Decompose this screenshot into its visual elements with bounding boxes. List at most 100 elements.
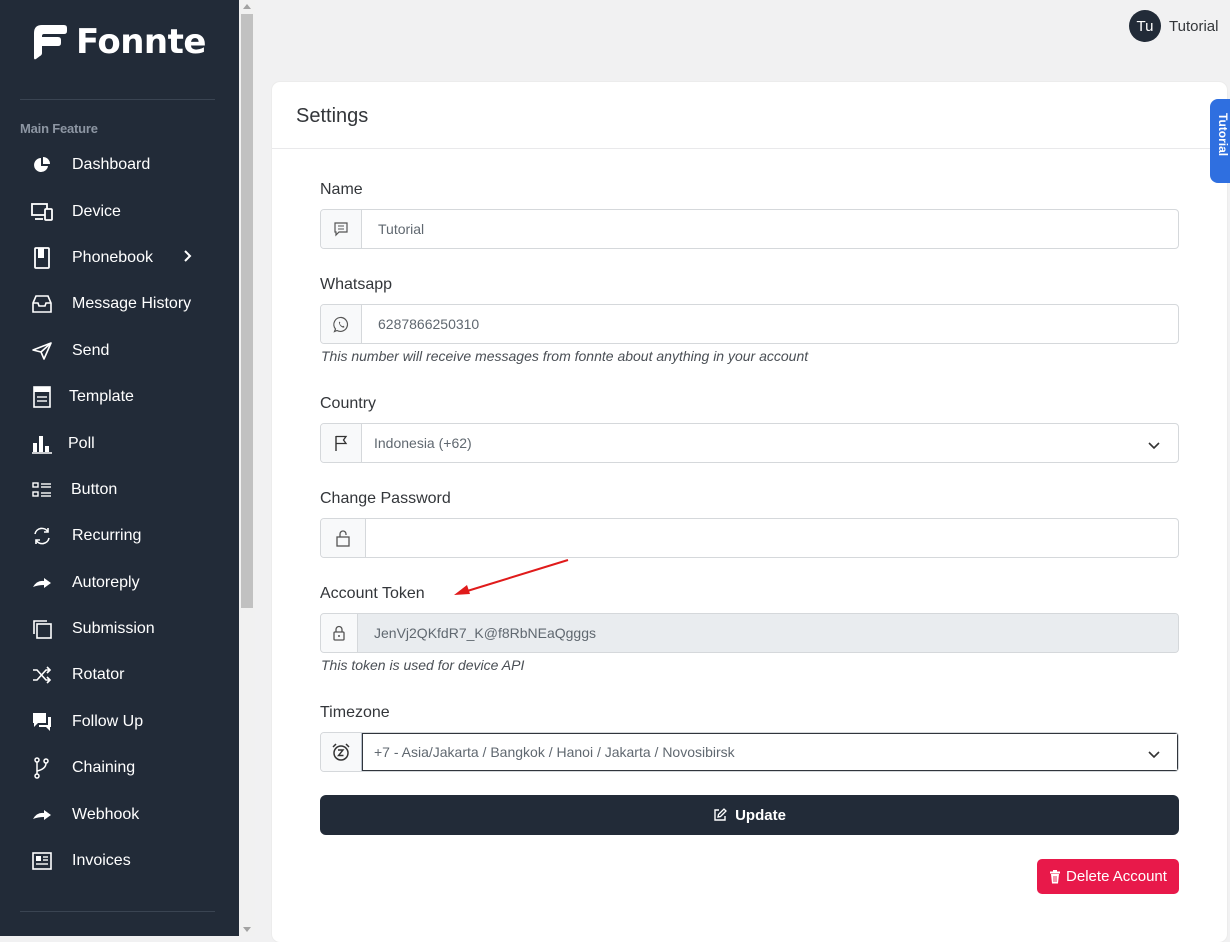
delete-account-label: Delete Account: [1066, 868, 1167, 885]
alarm-clock-icon: [321, 733, 362, 771]
user-menu[interactable]: Tu Tutorial: [1129, 10, 1218, 42]
trash-icon: [1049, 869, 1061, 884]
list-icon: [30, 478, 54, 502]
update-button[interactable]: Update: [320, 795, 1179, 835]
sidebar-item-follow-up[interactable]: Follow Up: [0, 702, 239, 742]
sidebar: Fonnte Main Feature Dashboard Device Pho…: [0, 0, 239, 936]
sidebar-item-rotator[interactable]: Rotator: [0, 655, 239, 695]
sidebar-item-label: Rotator: [72, 666, 125, 683]
whatsapp-help-text: This number will receive messages from f…: [321, 348, 809, 364]
newspaper-icon: [30, 849, 54, 873]
devices-icon: [30, 200, 54, 224]
send-icon: [30, 339, 54, 363]
name-field: Tutorial: [320, 209, 1179, 249]
lock-icon: [321, 614, 358, 652]
settings-card: Settings Name Tutorial Whatsapp 62878662…: [272, 82, 1227, 942]
sidebar-item-label: Chaining: [72, 759, 136, 776]
chevron-right-icon: [183, 249, 193, 268]
fonnte-logo-icon: [34, 25, 67, 60]
book-icon: [30, 246, 54, 270]
annotation-arrow: [454, 559, 569, 595]
scroll-down-arrow-icon[interactable]: [243, 927, 251, 932]
chevron-down-icon: [1148, 437, 1160, 453]
copy-icon: [30, 617, 54, 641]
sidebar-item-poll[interactable]: Poll: [0, 424, 239, 464]
sidebar-divider: [20, 99, 215, 100]
sidebar-item-label: Invoices: [72, 852, 131, 869]
sidebar-item-submission[interactable]: Submission: [0, 609, 239, 649]
scroll-up-arrow-icon[interactable]: [243, 4, 251, 9]
lock-icon: [321, 519, 366, 557]
git-branch-icon: [30, 756, 54, 780]
chevron-down-icon: [1148, 746, 1160, 762]
sidebar-item-dashboard[interactable]: Dashboard: [0, 145, 239, 185]
forward-icon: [30, 803, 54, 827]
sidebar-item-label: Button: [71, 481, 118, 498]
timezone-label: Timezone: [320, 704, 390, 721]
sidebar-item-label: Poll: [68, 435, 95, 452]
sidebar-item-label: Submission: [72, 620, 155, 637]
name-label: Name: [320, 181, 363, 198]
password-field: [320, 518, 1179, 558]
sidebar-scrollbar-thumb[interactable]: [241, 14, 253, 608]
update-button-label: Update: [735, 806, 786, 824]
sidebar-item-template[interactable]: Template: [0, 377, 239, 417]
card-header-divider: [272, 148, 1227, 149]
sidebar-item-device[interactable]: Device: [0, 192, 239, 232]
token-field: JenVj2QKfdR7_K@f8RbNEaQgggs: [320, 613, 1179, 653]
tutorial-tab[interactable]: Tutorial: [1210, 99, 1230, 183]
chat-icon: [30, 710, 54, 734]
sidebar-item-label: Message History: [72, 295, 192, 312]
password-input[interactable]: [366, 519, 1178, 557]
inbox-icon: [30, 292, 54, 316]
sidebar-item-label: Device: [72, 203, 121, 220]
sidebar-item-invoices[interactable]: Invoices: [0, 841, 239, 881]
token-input[interactable]: JenVj2QKfdR7_K@f8RbNEaQgggs: [358, 614, 1178, 652]
country-select-value: Indonesia (+62): [374, 435, 472, 451]
user-name: Tutorial: [1169, 17, 1219, 35]
timezone-select[interactable]: +7 - Asia/Jakarta / Bangkok / Hanoi / Ja…: [362, 733, 1178, 771]
password-label: Change Password: [320, 490, 451, 507]
sidebar-item-label: Follow Up: [72, 713, 144, 730]
shuffle-icon: [30, 663, 54, 687]
country-select[interactable]: Indonesia (+62): [362, 424, 1178, 462]
page-title: Settings: [296, 105, 369, 127]
sidebar-item-label: Webhook: [72, 806, 140, 823]
refresh-icon: [30, 524, 54, 548]
brand-logo[interactable]: Fonnte: [32, 22, 206, 62]
sidebar-item-send[interactable]: Send: [0, 331, 239, 371]
sidebar-item-recurring[interactable]: Recurring: [0, 516, 239, 556]
template-icon: [30, 385, 54, 409]
tutorial-tab-label: Tutorial: [1216, 113, 1230, 157]
sidebar-item-autoreply[interactable]: Autoreply: [0, 563, 239, 603]
sidebar-item-label: Dashboard: [72, 156, 151, 173]
country-field: Indonesia (+62): [320, 423, 1179, 463]
country-label: Country: [320, 395, 377, 412]
sidebar-item-webhook[interactable]: Webhook: [0, 795, 239, 835]
edit-icon: [713, 808, 727, 822]
name-input[interactable]: Tutorial: [362, 210, 1178, 248]
sidebar-item-label: Autoreply: [72, 574, 140, 591]
whatsapp-field: 6287866250310: [320, 304, 1179, 344]
delete-account-button[interactable]: Delete Account: [1037, 859, 1179, 894]
sidebar-item-phonebook[interactable]: Phonebook: [0, 238, 239, 278]
whatsapp-icon: [321, 305, 362, 343]
whatsapp-label: Whatsapp: [320, 276, 393, 293]
sidebar-item-label: Template: [69, 388, 134, 405]
bar-chart-icon: [30, 432, 54, 456]
sidebar-item-chaining[interactable]: Chaining: [0, 748, 239, 788]
timezone-field: +7 - Asia/Jakarta / Bangkok / Hanoi / Ja…: [320, 732, 1179, 772]
sidebar-divider: [20, 911, 215, 912]
brand-name: Fonnte: [76, 22, 206, 62]
sidebar-item-label: Send: [72, 342, 110, 359]
forward-icon: [30, 571, 54, 595]
message-square-icon: [321, 210, 362, 248]
whatsapp-input[interactable]: 6287866250310: [362, 305, 1178, 343]
pie-chart-icon: [30, 153, 54, 177]
sidebar-item-button[interactable]: Button: [0, 470, 239, 510]
sidebar-item-label: Recurring: [72, 527, 142, 544]
token-help-text: This token is used for device API: [321, 657, 525, 673]
sidebar-item-label: Phonebook: [72, 249, 153, 266]
sidebar-item-message-history[interactable]: Message History: [0, 284, 239, 324]
timezone-select-value: +7 - Asia/Jakarta / Bangkok / Hanoi / Ja…: [374, 744, 735, 760]
